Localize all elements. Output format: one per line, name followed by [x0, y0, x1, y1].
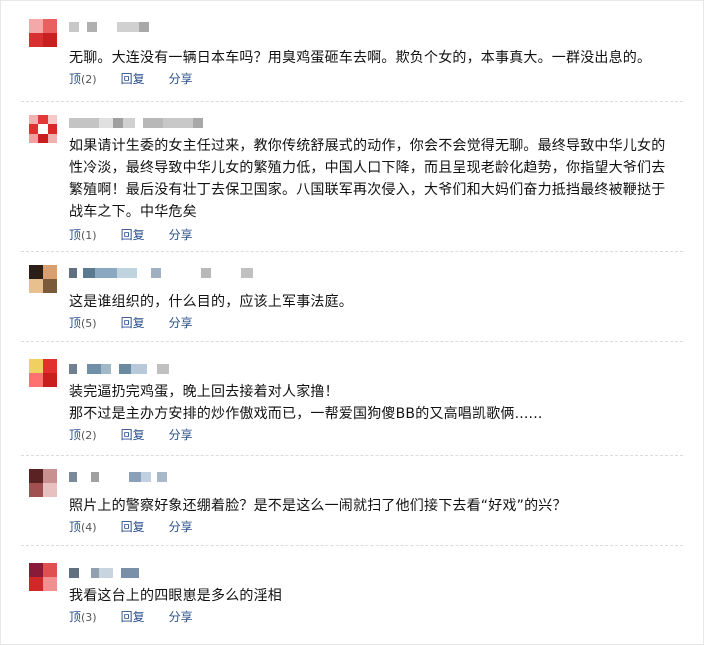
- username-blurred[interactable]: [69, 267, 253, 279]
- comment-actions: 顶(2) 回复 分享: [69, 69, 193, 87]
- username-blurred[interactable]: [69, 21, 149, 33]
- share-button[interactable]: 分享: [169, 314, 193, 331]
- reply-button[interactable]: 回复: [121, 314, 145, 331]
- like-label: 顶: [69, 609, 82, 624]
- comment-text: 装完逼扔完鸡蛋，晚上回去接着对人家撸！ 那不过是主办方安排的炒作傲戏而已，一帮爱…: [69, 384, 543, 422]
- comment-actions: 顶(4) 回复 分享: [69, 517, 193, 535]
- comment-item: 无聊。大连没有一辆日本车吗？用臭鸡蛋砸车去啊。欺负个女的，本事真大。一群没出息的…: [1, 1, 704, 89]
- like-button[interactable]: 顶(4): [69, 518, 97, 535]
- share-button[interactable]: 分享: [169, 608, 193, 625]
- username-blurred[interactable]: [69, 567, 139, 579]
- like-label: 顶: [69, 519, 82, 534]
- reply-button[interactable]: 回复: [121, 70, 145, 87]
- comment-actions: 顶(1) 回复 分享: [69, 225, 193, 243]
- comment-item: 如果请计生委的女主任过来，教你传统舒展式的动作，你会不会觉得无聊。最终导致中华儿…: [1, 101, 704, 251]
- avatar[interactable]: [29, 359, 57, 387]
- share-button[interactable]: 分享: [169, 70, 193, 87]
- username-blurred[interactable]: [69, 471, 167, 483]
- like-label: 顶: [69, 315, 82, 330]
- avatar[interactable]: [29, 265, 57, 293]
- comment-item: 我看这台上的四眼崽是多么的淫相 顶(3) 回复 分享: [1, 545, 704, 645]
- share-button[interactable]: 分享: [169, 518, 193, 535]
- comment-text: 如果请计生委的女主任过来，教你传统舒展式的动作，你会不会觉得无聊。最终导致中华儿…: [69, 138, 666, 220]
- like-label: 顶: [69, 71, 82, 86]
- avatar[interactable]: [29, 115, 57, 143]
- comment-item: 这是谁组织的，什么目的，应该上军事法庭。 顶(5) 回复 分享: [1, 251, 704, 341]
- like-button[interactable]: 顶(3): [69, 608, 97, 625]
- reply-button[interactable]: 回复: [121, 518, 145, 535]
- reply-button[interactable]: 回复: [121, 426, 145, 443]
- username-blurred[interactable]: [69, 117, 203, 129]
- username-blurred[interactable]: [69, 363, 169, 375]
- like-button[interactable]: 顶(2): [69, 70, 97, 87]
- like-label: 顶: [69, 427, 82, 442]
- like-label: 顶: [69, 227, 82, 242]
- share-button[interactable]: 分享: [169, 226, 193, 243]
- comment-text: 无聊。大连没有一辆日本车吗？用臭鸡蛋砸车去啊。欺负个女的，本事真大。一群没出息的…: [69, 50, 652, 66]
- comment-text: 照片上的警察好象还绷着脸？是不是这么一闹就扫了他们接下去看“好戏”的兴？: [69, 498, 567, 514]
- comment-item: 照片上的警察好象还绷着脸？是不是这么一闹就扫了他们接下去看“好戏”的兴？ 顶(4…: [1, 455, 704, 545]
- like-count: (4): [81, 520, 97, 534]
- comment-actions: 顶(3) 回复 分享: [69, 607, 193, 625]
- reply-button[interactable]: 回复: [121, 226, 145, 243]
- like-button[interactable]: 顶(2): [69, 426, 97, 443]
- comment-item: 装完逼扔完鸡蛋，晚上回去接着对人家撸！ 那不过是主办方安排的炒作傲戏而已，一帮爱…: [1, 341, 704, 451]
- comment-actions: 顶(5) 回复 分享: [69, 313, 193, 331]
- comment-actions: 顶(2) 回复 分享: [69, 425, 193, 443]
- like-count: (3): [81, 610, 97, 624]
- avatar[interactable]: [29, 563, 57, 591]
- comment-text: 这是谁组织的，什么目的，应该上军事法庭。: [69, 294, 353, 310]
- avatar[interactable]: [29, 469, 57, 497]
- comment-list: 无聊。大连没有一辆日本车吗？用臭鸡蛋砸车去啊。欺负个女的，本事真大。一群没出息的…: [0, 0, 704, 645]
- comment-text: 我看这台上的四眼崽是多么的淫相: [69, 588, 282, 604]
- share-button[interactable]: 分享: [169, 426, 193, 443]
- reply-button[interactable]: 回复: [121, 608, 145, 625]
- avatar[interactable]: [29, 19, 57, 47]
- like-button[interactable]: 顶(1): [69, 226, 97, 243]
- like-count: (5): [81, 316, 97, 330]
- like-button[interactable]: 顶(5): [69, 314, 97, 331]
- like-count: (2): [81, 428, 97, 442]
- like-count: (2): [81, 72, 97, 86]
- like-count: (1): [81, 228, 97, 242]
